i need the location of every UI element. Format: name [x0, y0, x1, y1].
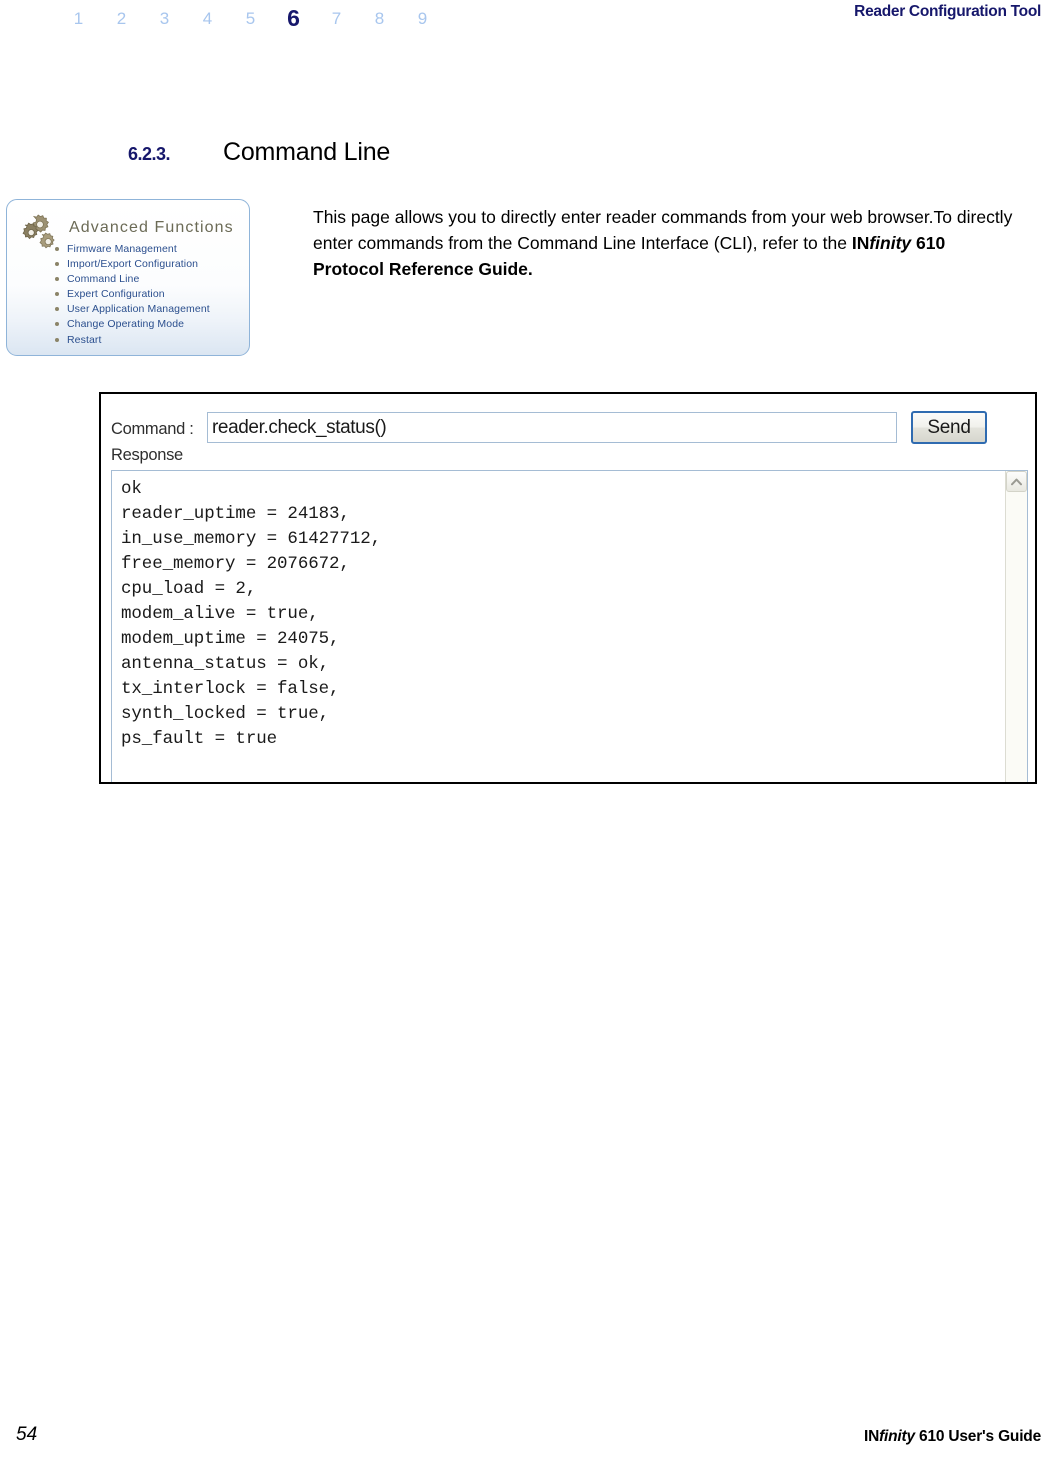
bullet-icon: [55, 247, 59, 251]
guide-name-finity: finity: [869, 232, 912, 253]
chapter-number-6-active[interactable]: 6: [272, 5, 315, 32]
scroll-up-button[interactable]: [1006, 471, 1027, 492]
chapter-number-1[interactable]: 1: [57, 9, 100, 29]
footer-guide-in: IN: [863, 1428, 880, 1445]
bullet-icon: [55, 337, 59, 342]
response-textarea[interactable]: ok reader_uptime = 24183, in_use_memory …: [111, 470, 1028, 782]
bullet-icon: [55, 322, 59, 327]
list-item-firmware-management[interactable]: Firmware Management: [54, 242, 210, 257]
guide-name-in: IN: [851, 232, 870, 253]
response-text: ok reader_uptime = 24183, in_use_memory …: [121, 479, 382, 749]
advanced-functions-list: Firmware Management Import/Export Config…: [54, 242, 210, 348]
chapter-number-3[interactable]: 3: [143, 9, 186, 29]
bullet-icon: [55, 277, 59, 282]
section-number: 6.2.3.: [128, 144, 171, 164]
section-heading: 6.2.3. Command Line: [128, 138, 390, 167]
intro-paragraph: This page allows you to directly enter r…: [313, 204, 1013, 282]
footer-page-number: 54: [16, 1424, 38, 1445]
list-item-label: Restart: [67, 333, 102, 346]
chapter-number-2[interactable]: 2: [100, 9, 143, 29]
header-title: Reader Configuration Tool: [854, 3, 1041, 20]
list-item-label: Firmware Management: [67, 243, 177, 255]
command-label: Command :: [111, 420, 194, 438]
command-line-screenshot-figure: Command : Send Response ok reader_uptime…: [99, 392, 1037, 784]
list-item-label: User Application Management: [67, 303, 210, 316]
list-item-change-operating-mode[interactable]: Change Operating Mode: [54, 317, 210, 332]
command-row: Command : Send: [111, 411, 1011, 444]
chapter-number-8[interactable]: 8: [358, 9, 401, 29]
list-item-command-line[interactable]: Command Line: [54, 272, 210, 287]
page-title: Command Line: [223, 138, 391, 166]
advanced-functions-inner: Advanced Functions Firmware Management I…: [7, 200, 249, 355]
chapter-number-4[interactable]: 4: [186, 9, 229, 29]
chapter-number-5[interactable]: 5: [229, 9, 272, 29]
command-input[interactable]: [207, 412, 897, 443]
send-button[interactable]: Send: [911, 411, 987, 444]
footer-guide-finity: finity: [879, 1428, 915, 1445]
list-item-expert-configuration[interactable]: Expert Configuration: [54, 287, 210, 302]
chapter-number-strip: 1 2 3 4 5 6 7 8 9: [57, 3, 444, 32]
bullet-icon: [55, 307, 59, 312]
list-item-import-export-configuration[interactable]: Import/Export Configuration: [54, 257, 210, 272]
list-item-restart[interactable]: Restart: [54, 333, 210, 348]
chapter-number-9[interactable]: 9: [401, 9, 444, 29]
advanced-functions-title: Advanced Functions: [69, 219, 234, 236]
list-item-label: Command Line: [67, 273, 140, 286]
chevron-up-icon: [1011, 473, 1022, 491]
footer-guide-title: INfinity 610 User's Guide: [864, 1428, 1041, 1446]
cli-page: Command : Send Response ok reader_uptime…: [101, 394, 1035, 782]
response-label: Response: [111, 446, 183, 464]
bullet-icon: [55, 262, 59, 267]
list-item-label: Expert Configuration: [67, 288, 165, 301]
list-item-label: Change Operating Mode: [67, 318, 185, 331]
advanced-functions-panel: Advanced Functions Firmware Management I…: [6, 199, 250, 356]
footer-guide-rest: 610 User's Guide: [914, 1428, 1041, 1445]
page-footer: 54 INfinity 610 User's Guide: [0, 1412, 1049, 1458]
chapter-number-7[interactable]: 7: [315, 9, 358, 29]
response-scrollbar[interactable]: [1005, 471, 1027, 782]
list-item-label: Import/Export Configuration: [67, 258, 199, 271]
page-header: 1 2 3 4 5 6 7 8 9 Reader Configuration T…: [0, 0, 1049, 34]
list-item-user-application-management[interactable]: User Application Management: [54, 302, 210, 317]
bullet-icon: [55, 292, 59, 297]
